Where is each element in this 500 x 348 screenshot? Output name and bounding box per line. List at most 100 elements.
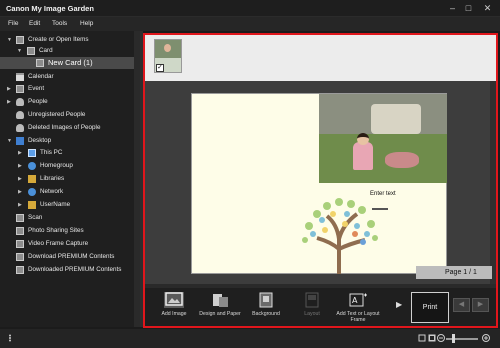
menu-bar: File Edit Tools Help xyxy=(0,17,500,31)
sidebar-item-label: Photo Sharing Sites xyxy=(28,227,84,234)
expand-arrow-icon[interactable]: ▶ xyxy=(18,188,24,196)
sidebar-item-calendar[interactable]: Calendar xyxy=(0,71,140,83)
edit-canvas: Enter text xyxy=(145,81,496,288)
expand-arrow-icon[interactable]: ▶ xyxy=(18,149,24,157)
add-image-button[interactable]: Add Image xyxy=(151,291,197,325)
previous-page-button[interactable]: ◀ xyxy=(453,298,470,312)
menu-file[interactable]: File xyxy=(8,20,18,27)
card-page[interactable]: Enter text xyxy=(191,93,447,274)
menu-edit[interactable]: Edit xyxy=(29,20,40,27)
expand-arrow-icon[interactable]: ▶ xyxy=(18,175,24,183)
sidebar-item-libraries[interactable]: ▶ Libraries xyxy=(0,173,140,185)
maximize-button[interactable]: □ xyxy=(462,2,475,15)
expand-arrow-icon[interactable]: ▶ xyxy=(7,98,13,106)
sidebar-item-photo-sharing-sites[interactable]: Photo Sharing Sites xyxy=(0,225,140,237)
expand-arrow-icon[interactable]: ▼ xyxy=(7,137,13,145)
add-text-frame-icon: A xyxy=(349,293,367,307)
expand-arrow-icon[interactable]: ▼ xyxy=(7,36,13,44)
zoom-out-icon[interactable] xyxy=(437,334,445,342)
sidebar-item-label: Create or Open Items xyxy=(28,36,89,43)
print-button[interactable]: Print xyxy=(411,292,449,323)
sidebar-item-card[interactable]: ▼ Card xyxy=(0,45,140,57)
sidebar-item-label: This PC xyxy=(40,149,63,156)
sidebar-item-deleted-images-of-people[interactable]: Deleted Images of People xyxy=(0,122,140,134)
sidebar-item-this-pc[interactable]: ▶ This PC xyxy=(0,147,140,159)
unregistered-people-icon xyxy=(16,111,24,119)
thumbnail-face xyxy=(164,44,171,52)
homegroup-icon xyxy=(28,162,36,170)
app-title: Canon My Image Garden xyxy=(6,4,94,13)
background-button[interactable]: Background xyxy=(243,291,289,325)
photo-flowers xyxy=(385,152,419,168)
network-icon xyxy=(28,188,36,196)
expand-arrow-icon[interactable]: ▶ xyxy=(18,201,24,209)
sidebar-item-download-premium-contents[interactable]: Download PREMIUM Contents xyxy=(0,251,140,263)
fit-window-icon[interactable] xyxy=(418,334,426,342)
toolbar-next-icon[interactable]: ▶ xyxy=(396,300,402,312)
add-text-or-layout-frame-button[interactable]: A Add Text or Layout Frame xyxy=(335,291,381,325)
status-menu-icon[interactable] xyxy=(6,334,14,342)
event-icon xyxy=(16,85,24,93)
item-editing-area: ✓ Enter text Page 1 / 1 Add Image Design… xyxy=(143,33,498,328)
design-and-paper-icon xyxy=(213,294,228,307)
sidebar-item-label: Card xyxy=(39,47,53,54)
download-premium-icon xyxy=(16,253,24,261)
sidebar-item-people[interactable]: ▶ People xyxy=(0,96,140,108)
thumbnail-photo xyxy=(155,40,181,58)
sidebar-item-label: Calendar xyxy=(28,73,54,80)
menu-help[interactable]: Help xyxy=(80,20,93,27)
layout-button[interactable]: Layout xyxy=(289,291,335,325)
expand-arrow-icon[interactable]: ▶ xyxy=(18,162,24,170)
zoom-slider[interactable] xyxy=(446,338,478,340)
photo-bench xyxy=(371,104,421,134)
card-photo[interactable] xyxy=(319,94,447,183)
minimize-button[interactable]: – xyxy=(446,2,459,15)
menu-tools[interactable]: Tools xyxy=(52,20,67,27)
deleted-people-icon xyxy=(16,124,24,132)
tree-illustration xyxy=(302,198,378,274)
add-text-or-layout-frame-label: Add Text or Layout Frame xyxy=(336,311,380,323)
zoom-in-icon[interactable] xyxy=(482,334,490,342)
close-button[interactable]: ✕ xyxy=(481,2,494,15)
sidebar-item-video-frame-capture[interactable]: Video Frame Capture xyxy=(0,238,140,250)
sidebar-item-label: Libraries xyxy=(40,175,65,182)
sidebar-item-label: Desktop xyxy=(28,137,52,144)
card-item-icon xyxy=(36,59,44,67)
video-capture-icon xyxy=(16,240,24,248)
sidebar-item-label: People xyxy=(28,98,48,105)
sidebar-item-username[interactable]: ▶ UserName xyxy=(0,199,140,211)
next-page-button[interactable]: ▶ xyxy=(472,298,489,312)
sidebar-item-event[interactable]: ▶ Event xyxy=(0,83,140,95)
print-label: Print xyxy=(422,304,438,311)
sidebar-item-scan[interactable]: Scan xyxy=(0,212,140,224)
thumbnail-checkbox[interactable]: ✓ xyxy=(156,64,164,72)
sidebar-item-homegroup[interactable]: ▶ Homegroup xyxy=(0,160,140,172)
sidebar-item-label: UserName xyxy=(40,201,71,208)
sidebar-item-unregistered-people[interactable]: Unregistered People xyxy=(0,109,140,121)
design-and-paper-button[interactable]: Design and Paper xyxy=(197,291,243,325)
zoom-slider-handle[interactable] xyxy=(452,334,455,343)
full-screen-icon[interactable] xyxy=(428,334,436,342)
calendar-icon xyxy=(16,73,24,81)
sidebar-item-new-card[interactable]: New Card (1) xyxy=(0,57,140,69)
this-pc-icon xyxy=(28,149,36,157)
expand-arrow-icon[interactable]: ▶ xyxy=(7,85,13,93)
add-image-icon xyxy=(164,292,184,308)
sidebar-item-network[interactable]: ▶ Network xyxy=(0,186,140,198)
design-and-paper-label: Design and Paper xyxy=(199,311,241,317)
user-folder-icon xyxy=(28,201,36,209)
card-folder-icon xyxy=(27,47,35,55)
sidebar-item-desktop[interactable]: ▼ Desktop xyxy=(0,135,140,147)
sidebar-item-downloaded-premium-contents[interactable]: Downloaded PREMIUM Contents xyxy=(0,264,140,276)
sidebar-item-label: Download PREMIUM Contents xyxy=(28,253,115,260)
expand-arrow-icon[interactable]: ▼ xyxy=(17,47,23,55)
page-thumbnail[interactable]: ✓ xyxy=(154,39,182,73)
people-icon xyxy=(16,98,24,106)
create-items-icon xyxy=(16,36,24,44)
canvas-vertical-scrollbar[interactable] xyxy=(490,81,496,288)
libraries-icon xyxy=(28,175,36,183)
title-bar: Canon My Image Garden – □ ✕ xyxy=(0,0,500,17)
scan-icon xyxy=(16,214,24,222)
background-label: Background xyxy=(252,311,280,317)
photo-grass xyxy=(319,134,447,183)
